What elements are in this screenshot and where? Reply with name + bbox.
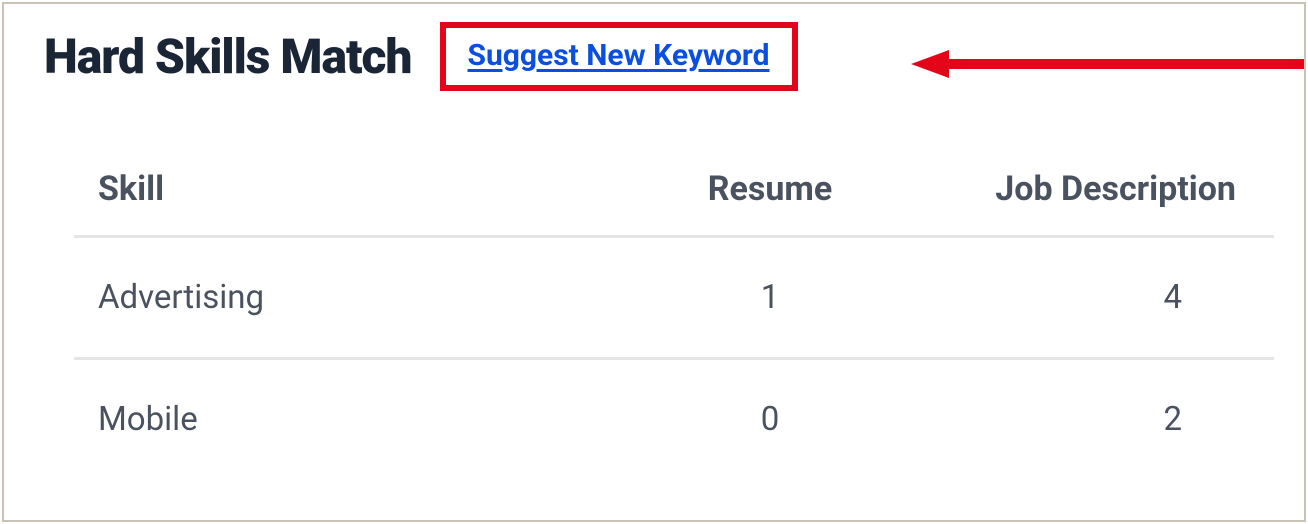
highlight-box: Suggest New Keyword <box>440 22 798 91</box>
cell-job-description: 4 <box>938 237 1274 359</box>
cell-skill: Advertising <box>74 237 602 359</box>
col-header-job-description: Job Description <box>938 151 1274 237</box>
table-header-row: Skill Resume Job Description <box>74 151 1274 237</box>
col-header-skill: Skill <box>74 151 602 237</box>
arrow-annotation-icon <box>909 46 1306 86</box>
cell-skill: Mobile <box>74 359 602 480</box>
cell-job-description: 2 <box>938 359 1274 480</box>
cell-resume: 0 <box>602 359 938 480</box>
table-row: Advertising 1 4 <box>74 237 1274 359</box>
skills-table: Skill Resume Job Description Advertising… <box>74 151 1274 479</box>
cell-resume: 1 <box>602 237 938 359</box>
table-row: Mobile 0 2 <box>74 359 1274 480</box>
section-title: Hard Skills Match <box>44 28 412 85</box>
col-header-resume: Resume <box>602 151 938 237</box>
suggest-new-keyword-link[interactable]: Suggest New Keyword <box>468 38 770 73</box>
